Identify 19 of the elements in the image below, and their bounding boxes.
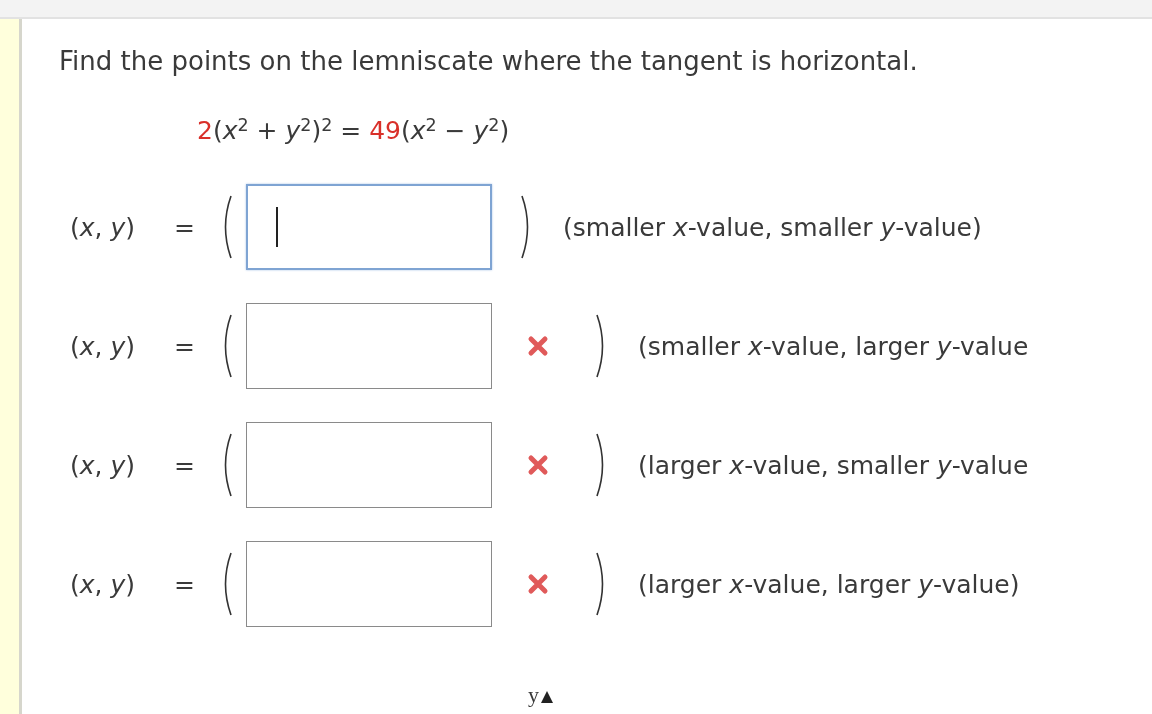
point-label: (x, y)	[70, 331, 137, 361]
equation: 2(x$^{2}$ + y$^{2}$)$^{2}$ = 49(x$^{2}$ − y$^{2}$)	[197, 114, 510, 147]
point-label: (x, y)	[70, 450, 137, 480]
answer-field[interactable]	[246, 303, 492, 389]
equals-sign: =	[174, 450, 196, 480]
answer-hint: (smaller x-value, larger y-value	[638, 331, 1029, 361]
answer-field[interactable]	[246, 184, 492, 270]
equals-sign: =	[174, 569, 196, 599]
arrow-up-icon	[541, 691, 553, 703]
answer-hint: (smaller x-value, smaller y-value)	[563, 212, 982, 242]
question-prompt: Find the points on the lemniscate where the tangent is horizontal.	[59, 45, 919, 78]
answer-hint: (larger x-value, larger y-value)	[638, 569, 1020, 599]
equals-sign: =	[174, 331, 196, 361]
answer-field[interactable]	[246, 541, 492, 627]
point-label: (x, y)	[70, 212, 137, 242]
answer-field[interactable]	[246, 422, 492, 508]
point-label: (x, y)	[70, 569, 137, 599]
equals-sign: =	[174, 212, 196, 242]
answer-hint: (larger x-value, smaller y-value	[638, 450, 1029, 480]
